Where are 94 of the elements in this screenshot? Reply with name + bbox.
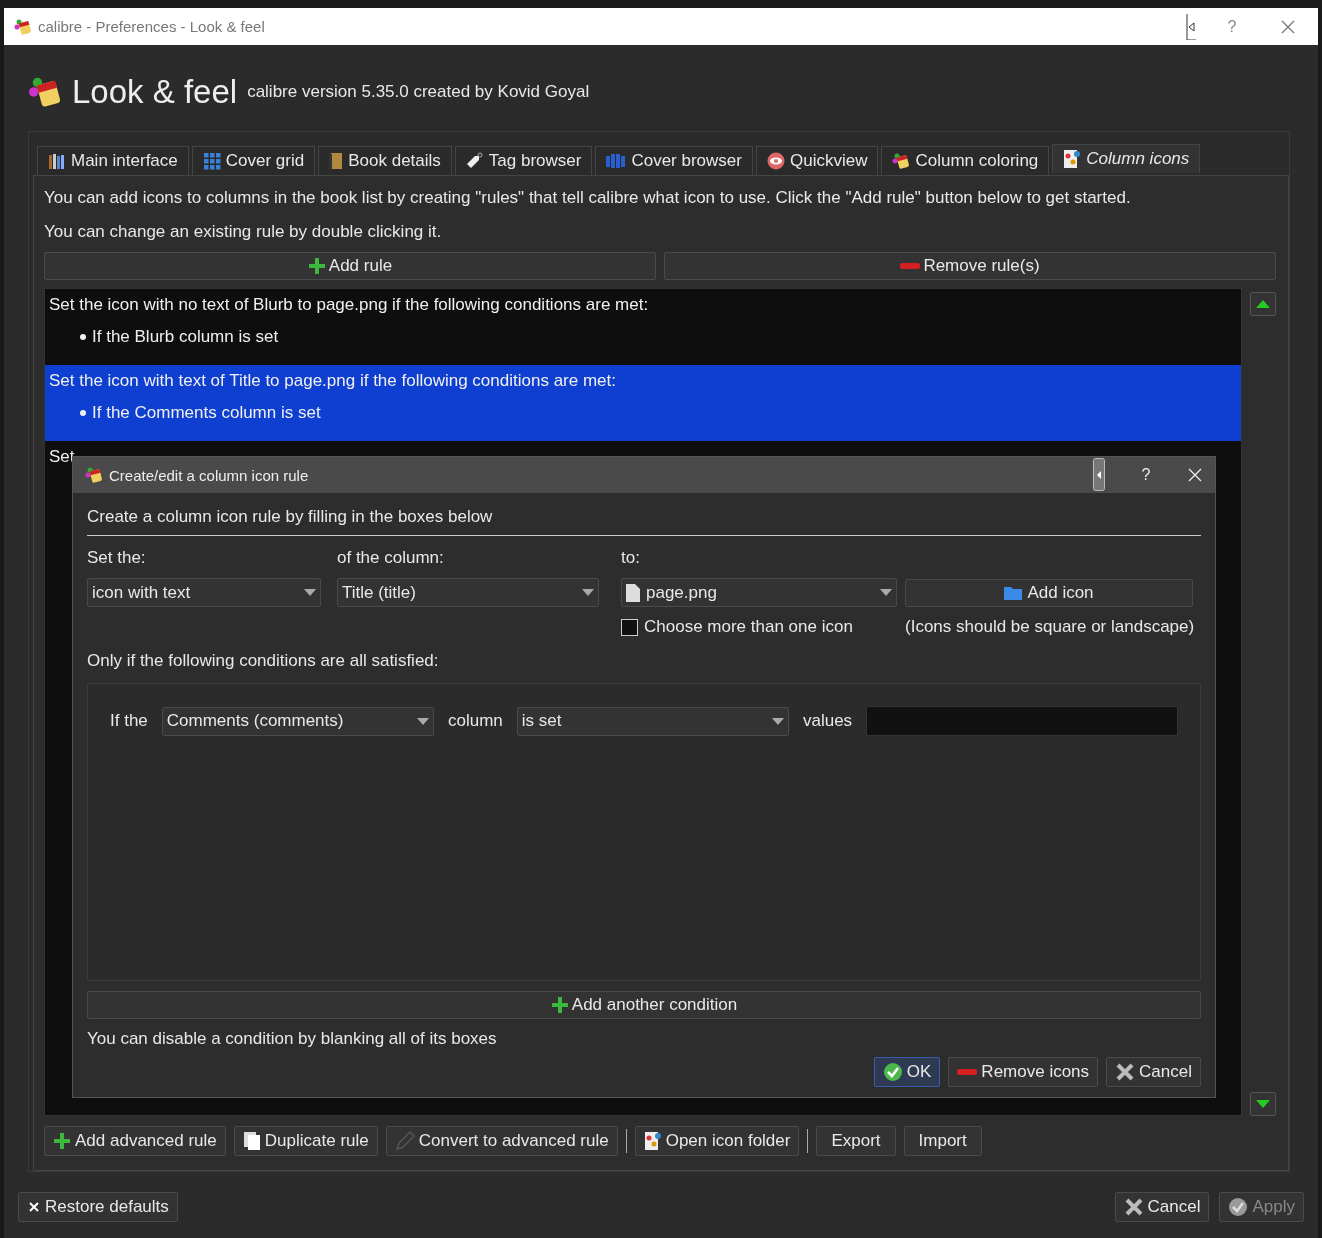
icon-dropdown[interactable]: page.png — [621, 578, 897, 607]
rule-title: Set the icon with no text of Blurb to page.png if the following conditions are met: — [49, 295, 650, 315]
action-button[interactable]: Convert to advanced rule — [385, 1126, 618, 1156]
condition-label: values — [802, 711, 853, 731]
minus-icon — [900, 262, 921, 270]
column-dropdown[interactable]: Title (title) — [337, 578, 599, 607]
rule-button[interactable]: Remove rule(s) — [664, 252, 1276, 280]
tab[interactable]: Tag browser — [454, 146, 593, 175]
icons-sheet-icon — [1063, 149, 1082, 169]
icons-sheet-icon — [643, 1131, 662, 1151]
set-label: Set the: — [87, 548, 147, 568]
restore-defaults-button[interactable]: Restore defaults — [18, 1192, 178, 1222]
tab[interactable]: Cover browser — [595, 146, 753, 175]
check-icon — [1228, 1197, 1249, 1217]
close-icon[interactable] — [1280, 18, 1296, 35]
dropdown-arrow-icon — [304, 589, 316, 596]
add-condition-button[interactable]: Add another condition — [87, 991, 1201, 1019]
action-button[interactable]: Add advanced rule — [44, 1126, 226, 1156]
help-button[interactable]: ? — [1111, 466, 1181, 484]
help-button[interactable]: ? — [1202, 17, 1262, 36]
multiple-icons-checkbox[interactable]: Choose more than one icon — [621, 617, 897, 637]
bullet-icon — [80, 334, 86, 340]
condition-operator-dropdown[interactable]: is set — [516, 706, 789, 736]
rule-condition: If the Blurb column is set — [92, 327, 279, 347]
bullet-icon — [80, 410, 86, 416]
conditions-label: Only if the following conditions are all satisfied: — [87, 651, 440, 671]
action-button[interactable]: Open icon folder — [634, 1126, 800, 1156]
close-icon — [27, 1200, 41, 1214]
check-icon — [882, 1062, 903, 1082]
file-icon — [626, 583, 640, 602]
version-text: calibre version 5.35.0 created by Kovid Goyal — [247, 82, 590, 102]
condition-column-dropdown[interactable]: Comments (comments) — [161, 706, 434, 736]
tab[interactable]: Column coloring — [881, 146, 1050, 175]
tab[interactable]: Book details — [318, 146, 452, 175]
move-up-button[interactable] — [1250, 292, 1276, 316]
column-label: of the column: — [337, 548, 445, 568]
to-label: to: — [621, 548, 641, 568]
up-arrow-icon — [1256, 300, 1270, 308]
dropdown-arrow-icon — [417, 717, 429, 725]
tab[interactable]: Main interface — [37, 146, 189, 175]
tag-icon — [465, 152, 484, 170]
plus-icon — [307, 257, 326, 275]
dialog-button[interactable]: Cancel — [1106, 1057, 1201, 1087]
dropdown-arrow-icon — [582, 589, 594, 596]
condition-label: column — [448, 711, 503, 731]
tab[interactable]: Column icons — [1052, 144, 1201, 173]
move-down-button[interactable] — [1250, 1092, 1276, 1116]
dialog-hint: You can disable a condition by blanking all of its boxes — [87, 1029, 498, 1049]
icon-note: (Icons should be square or landscape) — [905, 617, 1193, 637]
dialog-title: Create/edit a column icon rule — [109, 466, 310, 484]
rule-condition: If the Comments column is set — [92, 403, 321, 423]
tab[interactable]: Cover grid — [191, 146, 316, 175]
rule-button[interactable]: Add rule — [44, 252, 656, 280]
rule-title: Set the icon with text of Title to page.png if the following conditions are met: — [49, 371, 617, 391]
grid-icon — [202, 152, 221, 170]
condition-label: If the — [110, 711, 148, 731]
close-icon — [1123, 1197, 1144, 1217]
action-button[interactable]: Import — [903, 1126, 982, 1156]
action-button[interactable]: Export — [816, 1126, 896, 1156]
plus-icon — [53, 1132, 71, 1150]
help-text: You can change an existing rule by double clicking it. — [44, 222, 443, 242]
dialog-button[interactable]: OK — [873, 1057, 941, 1087]
dropdown-arrow-icon — [880, 589, 892, 596]
add-icon-button[interactable]: Add icon — [905, 578, 1193, 607]
close-icon — [1115, 1062, 1136, 1082]
dialog-button[interactable]: Cancel — [1114, 1192, 1210, 1222]
grip-icon — [1093, 458, 1105, 492]
books-icon — [48, 152, 66, 170]
paint-bucket-icon — [14, 17, 32, 36]
help-text: You can add icons to columns in the book list by creating "rules" that tell calibre what icon to use. Click the "Add rule" button below to get started. — [44, 188, 1132, 208]
rule-item[interactable]: Set the icon with text of Title to page.png if the following conditions are met: If the Comments column is set — [45, 365, 1241, 441]
caret-icon — [1186, 13, 1196, 40]
plus-icon — [550, 996, 569, 1014]
minus-icon — [957, 1068, 978, 1076]
window-title: calibre - Preferences - Look & feel — [38, 18, 266, 35]
covers-icon — [606, 153, 627, 169]
type-dropdown[interactable]: icon with text — [87, 578, 321, 607]
rule-item[interactable]: Set the icon with no text of Blurb to page.png if the following conditions are met: If the Blurb column is set — [45, 289, 1241, 365]
pencil-icon — [394, 1131, 415, 1151]
eye-icon — [767, 152, 785, 170]
folder-icon — [1004, 584, 1025, 601]
paint-bucket-icon — [28, 75, 62, 109]
paint-bucket-icon — [85, 466, 103, 484]
down-arrow-icon — [1256, 1100, 1270, 1108]
dialog-heading: Create a column icon rule by filling in the boxes below — [87, 507, 1201, 536]
pages-icon — [242, 1131, 261, 1151]
paint-bucket-icon — [892, 152, 911, 170]
dropdown-arrow-icon — [771, 717, 784, 725]
tab[interactable]: Quickview — [756, 146, 879, 175]
values-field[interactable] — [866, 706, 1178, 736]
dialog-button[interactable]: Remove icons — [948, 1057, 1099, 1087]
action-button[interactable]: Duplicate rule — [233, 1126, 378, 1156]
page-title: Look & feel — [72, 73, 238, 111]
book-icon — [329, 152, 344, 170]
